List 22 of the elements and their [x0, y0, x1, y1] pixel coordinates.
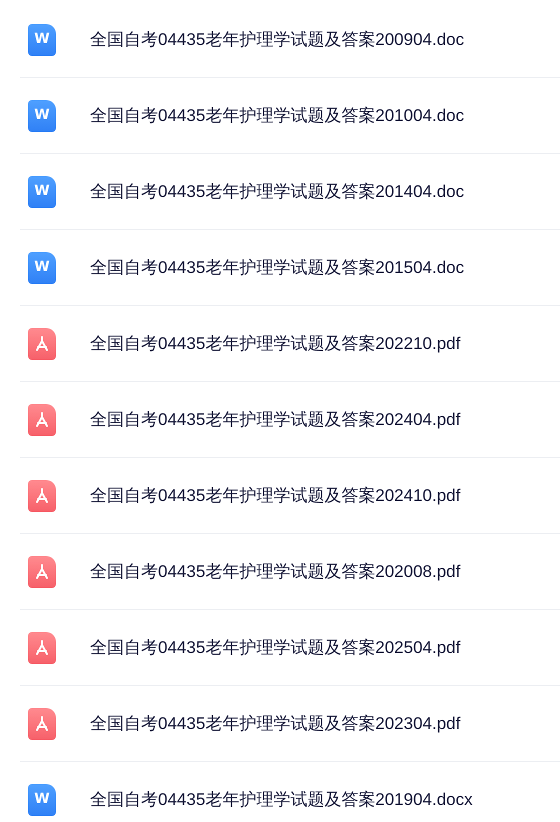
- file-name[interactable]: 全国自考04435老年护理学试题及答案201404.doc: [90, 178, 464, 204]
- file-name[interactable]: 全国自考04435老年护理学试题及答案202404.pdf: [90, 406, 460, 432]
- word-document-icon: W: [28, 252, 56, 284]
- pdf-document-icon: [28, 404, 56, 436]
- file-name[interactable]: 全国自考04435老年护理学试题及答案202504.pdf: [90, 634, 460, 660]
- word-document-icon: W: [28, 176, 56, 208]
- pdf-document-icon: [28, 708, 56, 740]
- file-name[interactable]: 全国自考04435老年护理学试题及答案202008.pdf: [90, 558, 460, 584]
- file-name[interactable]: 全国自考04435老年护理学试题及答案202410.pdf: [90, 482, 460, 508]
- pdf-document-icon: [28, 556, 56, 588]
- word-document-icon: W: [28, 100, 56, 132]
- file-name[interactable]: 全国自考04435老年护理学试题及答案201004.doc: [90, 102, 464, 128]
- pdf-document-icon: [28, 328, 56, 360]
- file-name[interactable]: 全国自考04435老年护理学试题及答案200904.doc: [90, 26, 464, 52]
- pdf-document-icon: [28, 632, 56, 664]
- file-name[interactable]: 全国自考04435老年护理学试题及答案202304.pdf: [90, 710, 460, 736]
- word-document-icon: W: [28, 784, 56, 816]
- word-document-icon: W: [28, 24, 56, 56]
- pdf-document-icon: [28, 480, 56, 512]
- file-name[interactable]: 全国自考04435老年护理学试题及答案201504.doc: [90, 254, 464, 280]
- file-name[interactable]: 全国自考04435老年护理学试题及答案202210.pdf: [90, 330, 460, 356]
- file-name[interactable]: 全国自考04435老年护理学试题及答案201904.docx: [90, 786, 473, 812]
